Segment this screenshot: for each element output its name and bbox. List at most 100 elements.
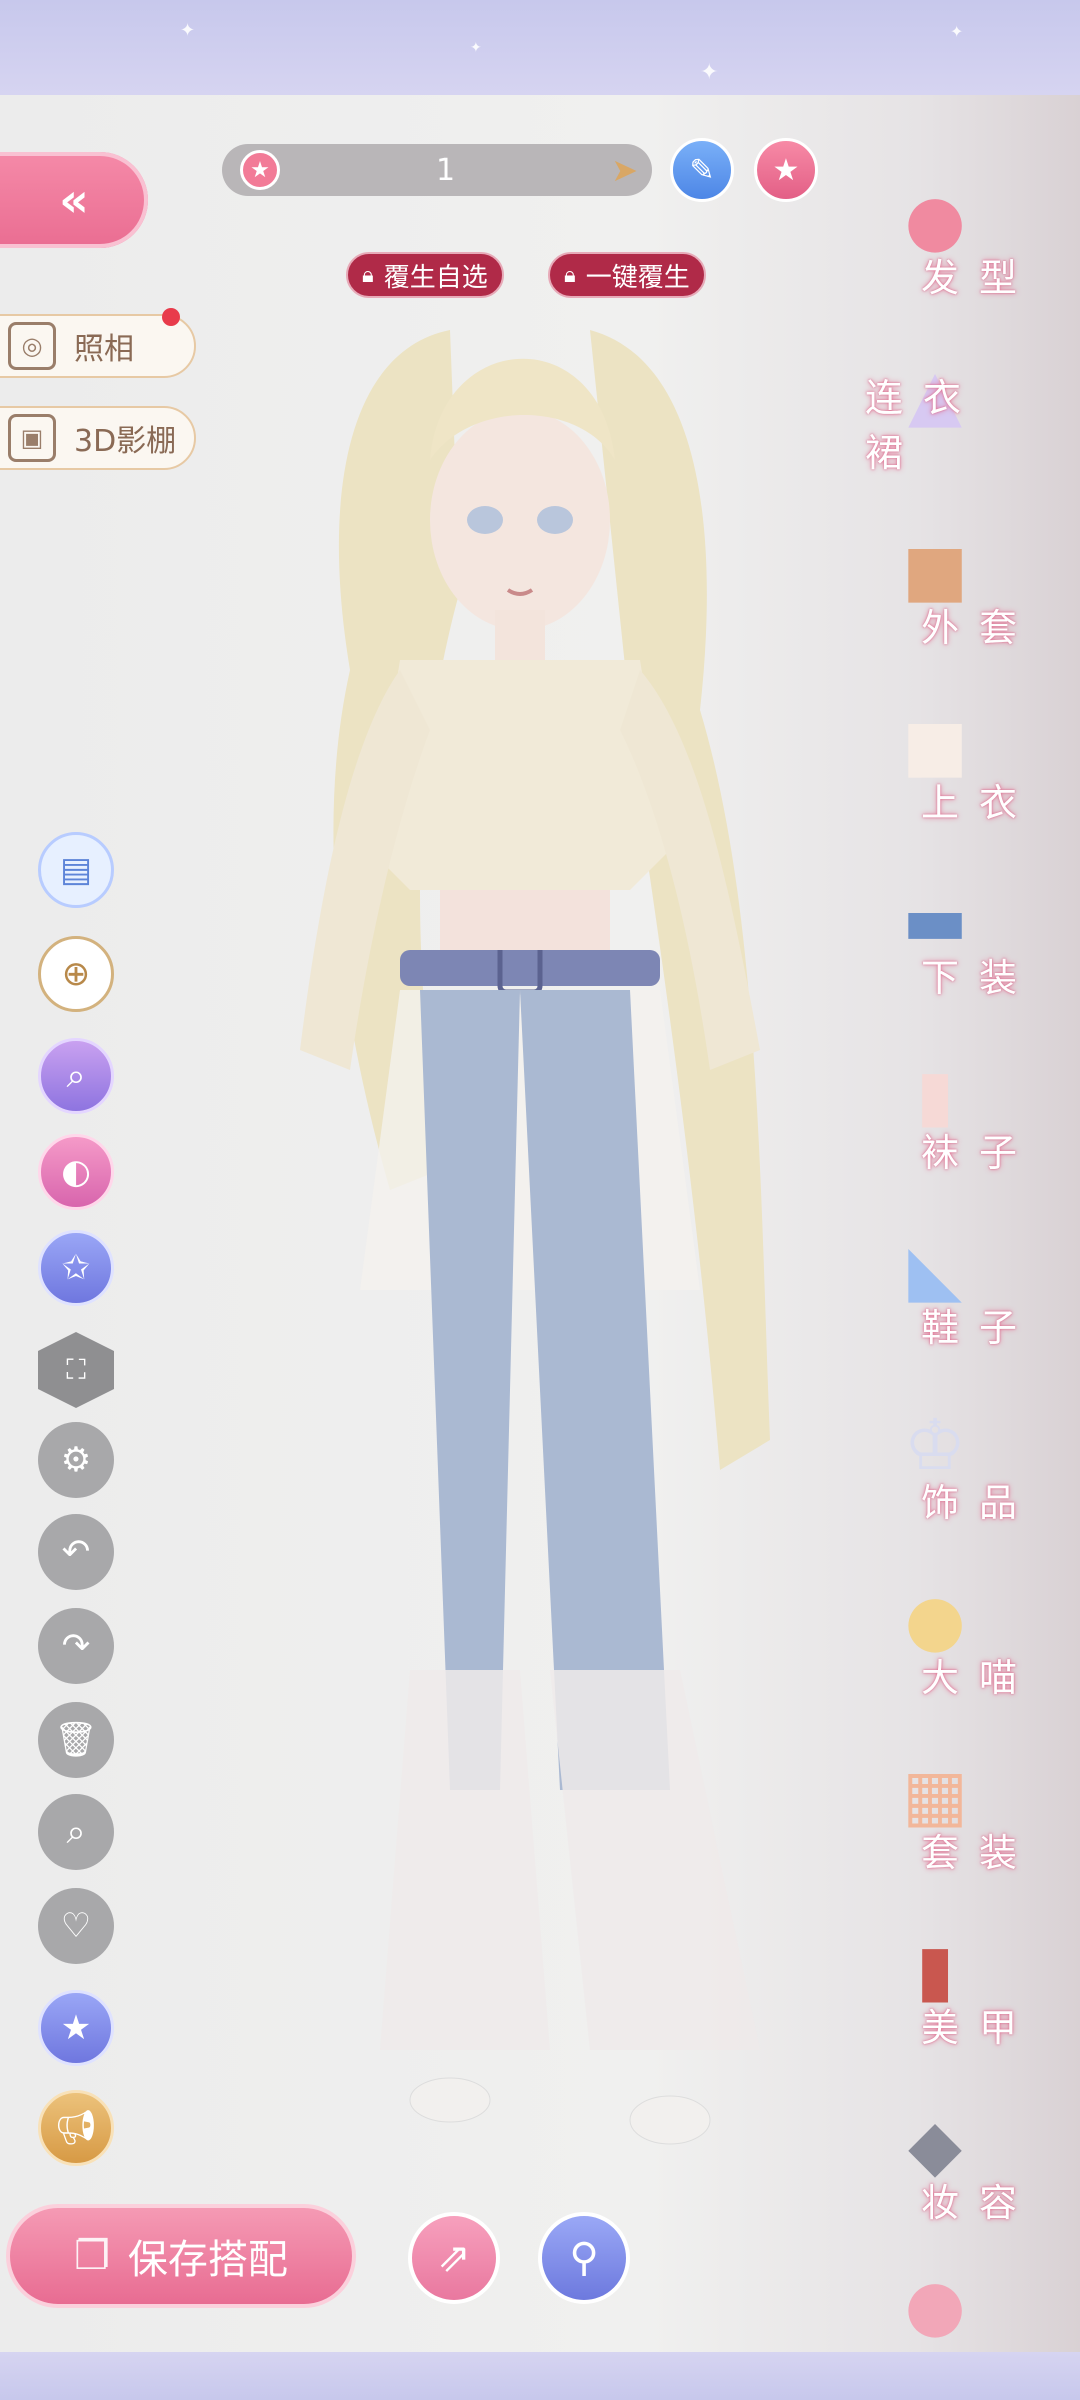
settings-button[interactable]: ⚙ — [38, 1422, 114, 1498]
blouse — [370, 660, 670, 890]
lock-icon: 🔒︎ — [362, 262, 374, 288]
sparkle-icon: ✦ — [700, 60, 719, 85]
left-lace-flare — [380, 1670, 550, 2050]
category-label: 饰品 — [920, 1481, 1037, 1525]
right-lace-flare — [550, 1670, 760, 2050]
studio-3d-button[interactable]: ▣ 3D影棚 — [0, 406, 196, 470]
trash-icon: 🗑︎ — [54, 1720, 98, 1760]
star-badge-button[interactable]: ★ — [38, 1990, 114, 2066]
midriff — [440, 890, 610, 950]
palette-icon: ◐ — [61, 1152, 91, 1192]
category-socks[interactable]: ▮ 袜子 — [865, 1035, 1055, 1205]
category-accessories[interactable]: ♔ 饰品 — [865, 1385, 1055, 1555]
pencil-icon: ✎ — [689, 152, 715, 188]
share-button[interactable]: ⇗ — [408, 2212, 500, 2304]
layer-add-button[interactable]: ⊕ — [38, 936, 114, 1012]
save-outfit-button[interactable]: ❐ 保存搭配 — [6, 2204, 356, 2308]
heart-icon: ♡ — [60, 1906, 92, 1946]
category-label: 套装 — [920, 1831, 1037, 1875]
redo-icon: ↷ — [61, 1626, 91, 1666]
outfit-card-icon: ▤ — [59, 850, 93, 890]
search-adjust-icon: ⌕ — [66, 1056, 86, 1096]
right-shoe — [629, 2095, 711, 2145]
category-cat[interactable]: ● 大喵 — [865, 1560, 1055, 1730]
zoom-button[interactable]: ⌕ — [38, 1794, 114, 1870]
category-nails[interactable]: ▮ 美甲 — [865, 1910, 1055, 2080]
back-button[interactable]: « — [0, 152, 148, 248]
rebirth-select-tag[interactable]: 🔒︎ 覆生自选 — [346, 252, 504, 298]
delete-button[interactable]: 🗑︎ — [38, 1702, 114, 1778]
category-partial[interactable]: ● — [865, 2260, 1055, 2350]
category-label: 外套 — [920, 606, 1037, 650]
category-hair[interactable]: ● 发型 — [865, 160, 1055, 330]
outfit-card-button[interactable]: ▤ — [38, 832, 114, 908]
double-chevron-left-icon: « — [59, 173, 89, 227]
character-model[interactable] — [200, 290, 820, 2170]
zoom-icon: ⌕ — [66, 1812, 86, 1852]
rebirth-one-click-label: 一键覆生 — [585, 262, 690, 293]
megaphone-icon: 📢︎ — [54, 2108, 98, 2148]
star-wand-icon: ✩ — [61, 1248, 91, 1288]
sparkle-icon: ✦ — [950, 22, 964, 41]
rebirth-one-click-tag[interactable]: 🔒︎ 一键覆生 — [548, 252, 706, 298]
category-label: 下装 — [920, 956, 1037, 1000]
category-coat[interactable]: ■ 外套 — [865, 510, 1055, 680]
sparkle-icon: ✦ — [470, 40, 482, 56]
category-shoes[interactable]: ◣ 鞋子 — [865, 1210, 1055, 1380]
search-adjust-button[interactable]: ⌕ — [38, 1038, 114, 1114]
right-eye — [537, 506, 573, 534]
cube-icon: ▣ — [8, 414, 56, 462]
undo-button[interactable]: ↶ — [38, 1514, 114, 1590]
category-label: 美甲 — [920, 2006, 1037, 2050]
star-icon: ★ — [772, 152, 800, 188]
category-label: 上衣 — [920, 781, 1037, 825]
fullscreen-icon: ⛶ — [66, 1353, 86, 1386]
category-label: 妆容 — [920, 2181, 1037, 2225]
category-top[interactable]: ■ 上衣 — [865, 685, 1055, 855]
character-head-icon: ● — [904, 2264, 966, 2346]
category-label: 大喵 — [920, 1656, 1037, 1700]
notification-dot — [162, 308, 180, 326]
category-dress[interactable]: ▲ 连衣裙 — [865, 335, 1055, 505]
face — [430, 410, 610, 630]
category-bottoms[interactable]: ▬ 下装 — [865, 860, 1055, 1030]
edit-button[interactable]: ✎ — [670, 138, 734, 202]
like-button[interactable]: ♡ — [38, 1888, 114, 1964]
category-outfit-set[interactable]: ▦ 套装 — [865, 1735, 1055, 1905]
outfit-counter-bar[interactable]: ★ 1 ➤ — [222, 144, 652, 196]
send-arrow-icon[interactable]: ➤ — [611, 151, 638, 189]
megaphone-button[interactable]: 📢︎ — [38, 2090, 114, 2166]
settings-icon: ⚙ — [60, 1440, 92, 1480]
star-badge-icon: ★ — [60, 2008, 92, 2048]
counter-value: 1 — [436, 152, 456, 188]
undo-icon: ↶ — [61, 1532, 91, 1572]
sparkle-icon: ✦ — [180, 20, 196, 41]
bottom-frame — [0, 2352, 1080, 2400]
camera-icon: ◎ — [8, 322, 56, 370]
studio-label: 3D影棚 — [74, 424, 177, 459]
share-icon: ⇗ — [437, 2235, 471, 2281]
layer-add-icon: ⊕ — [61, 954, 91, 994]
neck — [495, 610, 545, 660]
lock-icon: 🔒︎ — [564, 262, 576, 288]
category-label: 袜子 — [920, 1131, 1037, 1175]
star-icon: ★ — [240, 150, 280, 190]
save-outfit-label: 保存搭配 — [127, 2237, 288, 2283]
photo-label: 照相 — [74, 332, 134, 367]
left-shoe — [409, 2077, 491, 2123]
left-eye — [467, 506, 503, 534]
star-wand-button[interactable]: ✩ — [38, 1230, 114, 1306]
copy-icon: ❐ — [74, 2233, 110, 2279]
category-makeup[interactable]: ◆ 妆容 — [865, 2085, 1055, 2255]
palette-button[interactable]: ◐ — [38, 1134, 114, 1210]
redo-button[interactable]: ↷ — [38, 1608, 114, 1684]
favorite-button[interactable]: ★ — [754, 138, 818, 202]
category-label: 鞋子 — [920, 1306, 1037, 1350]
belt — [400, 950, 660, 986]
category-label: 发型 — [920, 256, 1037, 300]
category-label: 连衣裙 — [865, 376, 982, 475]
top-frame — [0, 0, 1080, 95]
rebirth-select-label: 覆生自选 — [383, 262, 488, 293]
wardrobe-icon: ⚲ — [569, 2235, 599, 2281]
wardrobe-button[interactable]: ⚲ — [538, 2212, 630, 2304]
